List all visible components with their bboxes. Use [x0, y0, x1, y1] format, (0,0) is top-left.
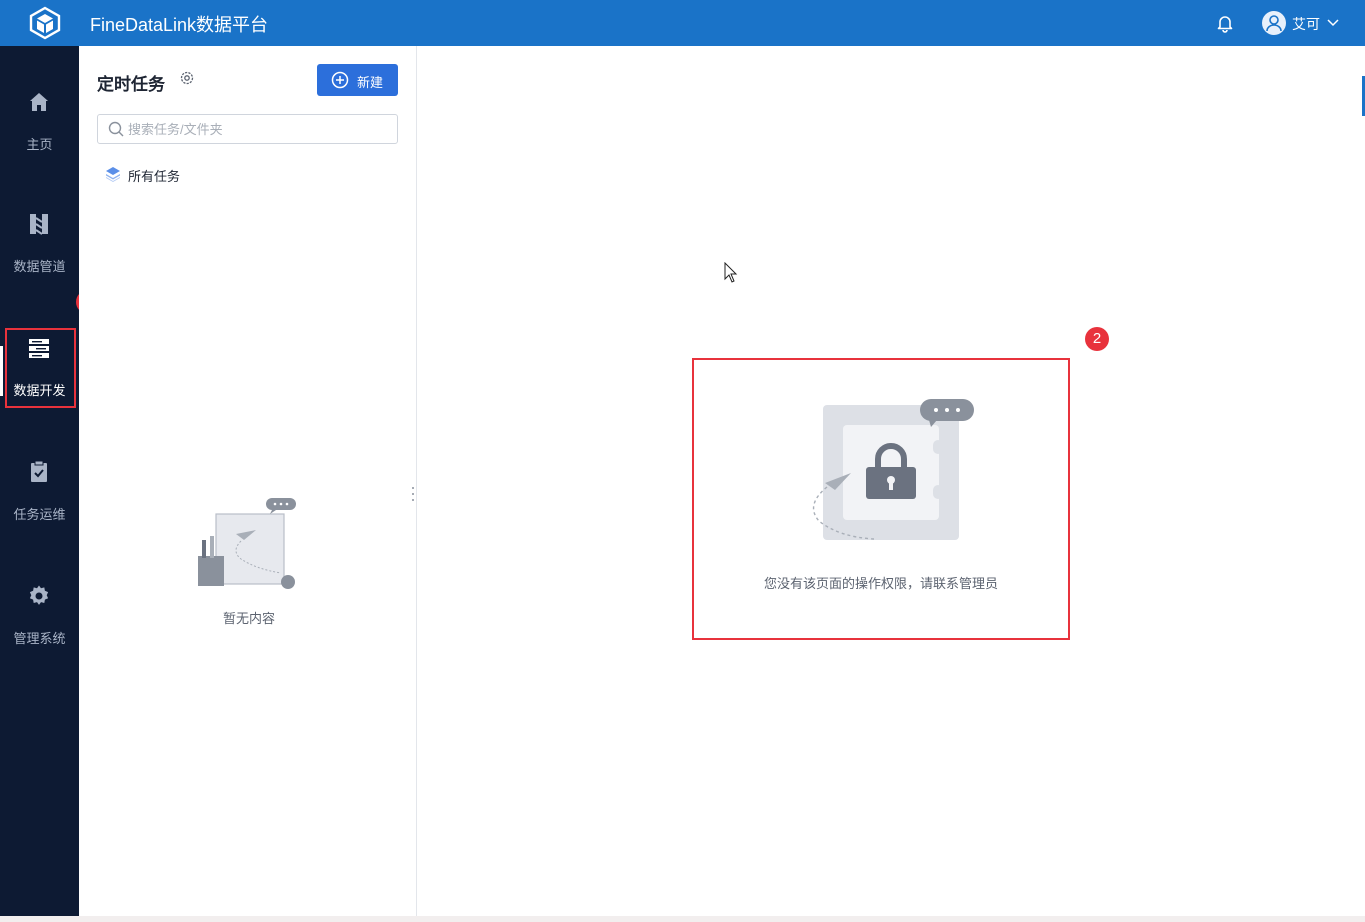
sidebar-item-home[interactable]: 主页: [0, 90, 79, 170]
search-input[interactable]: [128, 119, 388, 139]
cube-logo-icon[interactable]: [28, 6, 62, 40]
top-bar: FineDataLink数据平台 艾可: [0, 0, 1365, 46]
new-task-label: 新建: [357, 75, 384, 90]
gear-icon: [29, 585, 49, 605]
settings-gear-icon[interactable]: [179, 70, 195, 86]
layers-icon: [106, 167, 120, 182]
user-name[interactable]: 艾可: [1292, 14, 1320, 34]
new-task-button[interactable]: 新建: [317, 64, 398, 96]
task-panel: 定时任务 新建 所有任务 暂无内: [79, 46, 417, 916]
clipboard-check-icon: [31, 460, 47, 482]
search-icon: [108, 121, 124, 137]
mouse-cursor-icon: [724, 262, 738, 283]
user-avatar-icon[interactable]: [1262, 11, 1286, 35]
lock-illustration: [812, 399, 974, 540]
tree-item-label: 所有任务: [128, 169, 181, 184]
sidebar-item-task-ops[interactable]: 任务运维: [0, 460, 79, 540]
chevron-down-icon[interactable]: [1326, 15, 1340, 29]
pipeline-icon: [30, 214, 48, 235]
app-title: FineDataLink数据平台: [90, 15, 269, 35]
main-sidebar: 主页 数据管道 数据开发 任务运维 管理系统: [0, 46, 79, 922]
sidebar-item-label: 数据管道: [13, 259, 66, 274]
tree-item-all-tasks[interactable]: 所有任务: [103, 164, 223, 186]
plus-circle-icon: [331, 71, 349, 89]
sidebar-item-label: 主页: [26, 137, 53, 152]
permission-denied-message: 您没有该页面的操作权限，请联系管理员: [763, 576, 998, 591]
active-indicator: [0, 346, 3, 396]
empty-state-text: 暂无内容: [222, 611, 275, 626]
sidebar-item-label: 任务运维: [13, 507, 66, 522]
search-box[interactable]: [97, 114, 398, 144]
sidebar-item-label: 管理系统: [13, 631, 66, 646]
panel-title: 定时任务: [97, 75, 165, 94]
bottom-scrollbar[interactable]: [0, 916, 1365, 922]
highlight-box-1: [5, 328, 76, 408]
home-icon: [30, 93, 48, 111]
sidebar-item-data-pipeline[interactable]: 数据管道: [0, 212, 79, 292]
sidebar-item-admin[interactable]: 管理系统: [0, 584, 79, 664]
empty-state-illustration: [198, 498, 296, 589]
step-badge-2: 2: [1085, 327, 1109, 351]
bell-icon[interactable]: [1214, 12, 1236, 34]
